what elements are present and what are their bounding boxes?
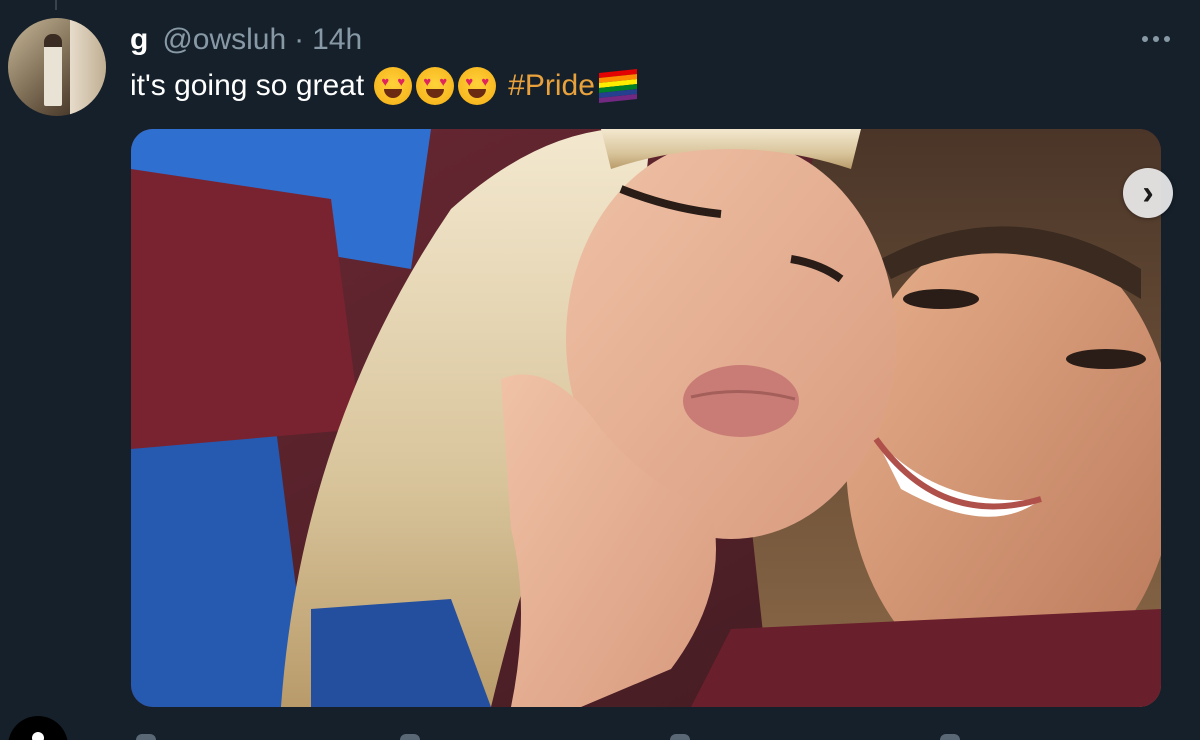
timestamp[interactable]: 14h	[312, 23, 362, 57]
separator-dot: ·	[294, 23, 305, 56]
avatar[interactable]	[8, 716, 68, 740]
heart-eyes-emoji-icon: ♥ ♥	[458, 67, 497, 105]
tweet-header: g @owsluh · 14h	[130, 22, 362, 58]
user-handle[interactable]: @owsluh	[162, 23, 286, 57]
reply-icon[interactable]	[136, 734, 156, 740]
more-dot	[1142, 36, 1148, 42]
avatar[interactable]	[8, 18, 106, 116]
more-dot	[1153, 36, 1159, 42]
tweet-text: it's going so great ♥ ♥ ♥ ♥ ♥ ♥ #Pride	[130, 64, 637, 108]
share-icon[interactable]	[940, 734, 960, 740]
like-icon[interactable]	[670, 734, 690, 740]
rainbow-flag-icon	[598, 69, 637, 103]
tweet-media-photo[interactable]	[131, 129, 1161, 707]
avatar-photo-person	[44, 34, 62, 106]
more-horizontal-icon[interactable]	[1142, 24, 1170, 54]
more-dot	[1164, 36, 1170, 42]
photo-illustration	[131, 129, 1161, 707]
tweet-body-text: it's going so great	[130, 69, 365, 102]
tweet[interactable]: g @owsluh · 14h it's going so great ♥ ♥ ♥…	[0, 0, 1200, 740]
emoji-group: ♥ ♥ ♥ ♥ ♥ ♥	[374, 67, 497, 105]
heart-eyes-emoji-icon: ♥ ♥	[374, 67, 413, 105]
heart-eyes-emoji-icon: ♥ ♥	[416, 67, 455, 105]
retweet-icon[interactable]	[400, 734, 420, 740]
avatar-photo-background	[70, 18, 106, 116]
display-name[interactable]: g	[130, 23, 148, 57]
tweet-actions	[130, 734, 1030, 740]
hashtag-link[interactable]: #Pride	[508, 69, 595, 103]
thread-line	[55, 0, 57, 10]
chevron-right-icon[interactable]: ›	[1123, 168, 1173, 218]
